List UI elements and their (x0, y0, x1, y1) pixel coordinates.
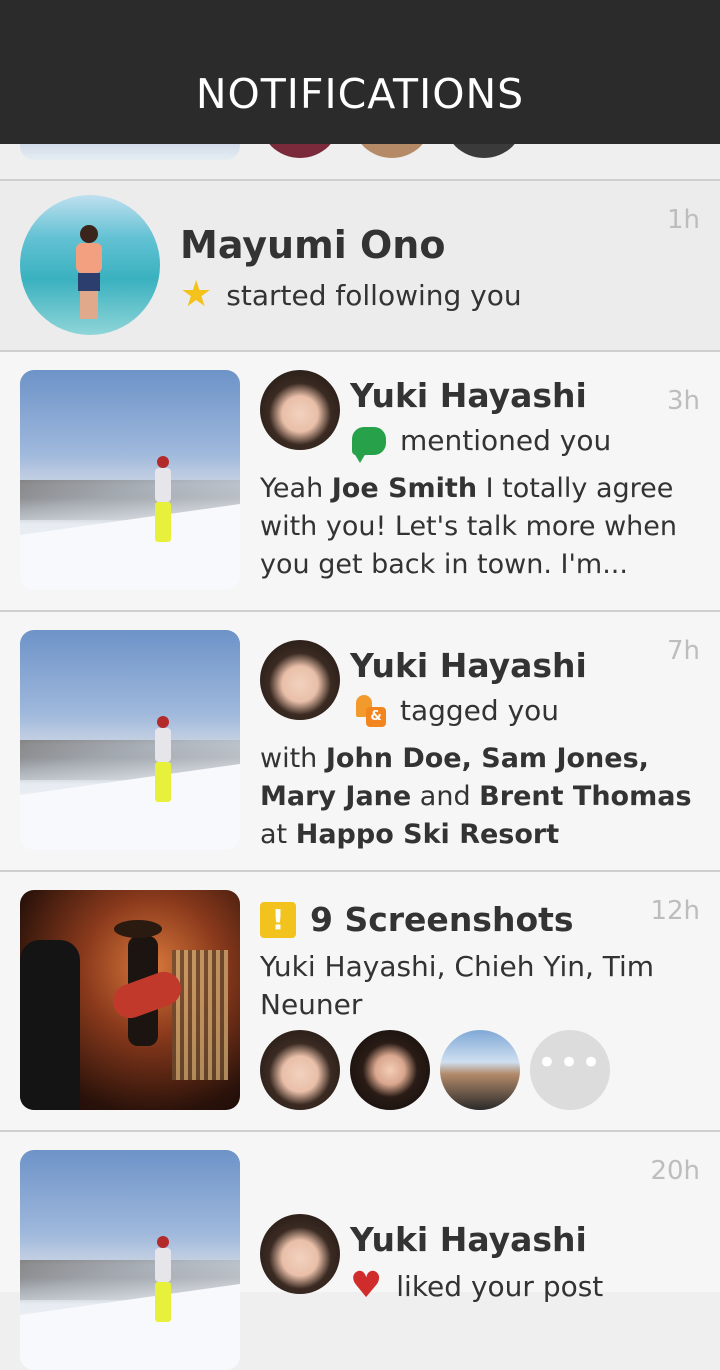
post-thumbnail[interactable] (20, 630, 240, 850)
mention-text: Yeah Joe Smith I totally agree with you!… (260, 473, 678, 580)
avatar[interactable] (260, 1214, 340, 1294)
screenshot-people: Yuki Hayashi, Chieh Yin, Tim Neuner (260, 950, 655, 1021)
action-text: started following you (226, 278, 522, 312)
notifications-feed[interactable]: Mayumi Ono ★ started following you 1h Yu… (0, 0, 720, 1370)
alert-icon: ! (260, 901, 296, 938)
action-text: liked your post (396, 1269, 604, 1303)
notification-action: mentioned you (352, 424, 612, 463)
notification-row-like[interactable]: Yuki Hayashi ♥ liked your post 20h (0, 1132, 720, 1370)
avatar[interactable] (260, 370, 340, 450)
tagged-person[interactable]: Mary Jane (260, 781, 411, 812)
chat-bubble-icon (352, 426, 386, 463)
avatar[interactable] (440, 1030, 520, 1110)
more-avatars-button[interactable]: ••• (530, 1030, 610, 1110)
post-thumbnail[interactable] (20, 370, 240, 590)
user-name[interactable]: Mayumi Ono (180, 223, 445, 267)
avatar[interactable] (350, 1030, 430, 1110)
notification-row-tag[interactable]: Yuki Hayashi & tagged you 7h with John D… (0, 612, 720, 872)
mentioned-user[interactable]: Joe Smith (332, 473, 477, 504)
page-title: NOTIFICATIONS (195, 70, 525, 118)
user-name[interactable]: Yuki Hayashi (350, 1220, 587, 1259)
avatar[interactable] (260, 640, 340, 720)
notification-action: ★ started following you (180, 277, 522, 313)
timestamp: 20h (650, 1156, 700, 1186)
action-text: tagged you (400, 694, 560, 727)
notification-action: & tagged you (356, 694, 559, 727)
heart-icon: ♥ (350, 1265, 383, 1306)
avatar[interactable] (260, 1030, 340, 1110)
timestamp: 7h (666, 636, 700, 666)
notification-row-mention[interactable]: Yuki Hayashi mentioned you 3h Yeah Joe S… (0, 352, 720, 612)
tag-text: with John Doe, Sam Jones, Mary Jane and B… (260, 743, 692, 850)
screenshots-title: ! 9 Screenshots (260, 900, 574, 939)
tag-people-icon: & (356, 694, 386, 727)
user-name[interactable]: Yuki Hayashi (350, 376, 587, 415)
avatar[interactable] (20, 195, 160, 335)
timestamp: 3h (666, 386, 700, 416)
notification-row-screenshots[interactable]: ! 9 Screenshots 12h Yuki Hayashi, Chieh … (0, 872, 720, 1132)
notification-action: ♥ liked your post (350, 1268, 603, 1304)
timestamp: 1h (666, 205, 700, 235)
tagged-person[interactable]: Brent Thomas (479, 781, 691, 812)
notification-row-follow[interactable]: Mayumi Ono ★ started following you 1h (0, 181, 720, 352)
place-link[interactable]: Happo Ski Resort (296, 819, 559, 850)
post-thumbnail[interactable] (20, 1150, 240, 1370)
user-name[interactable]: Yuki Hayashi (350, 646, 587, 685)
post-thumbnail[interactable] (20, 890, 240, 1110)
star-icon: ★ (180, 274, 213, 315)
timestamp: 12h (650, 896, 700, 926)
action-text: mentioned you (400, 424, 612, 457)
tagged-people[interactable]: John Doe, Sam Jones, (326, 743, 649, 774)
top-bar: NOTIFICATIONS (0, 0, 720, 144)
